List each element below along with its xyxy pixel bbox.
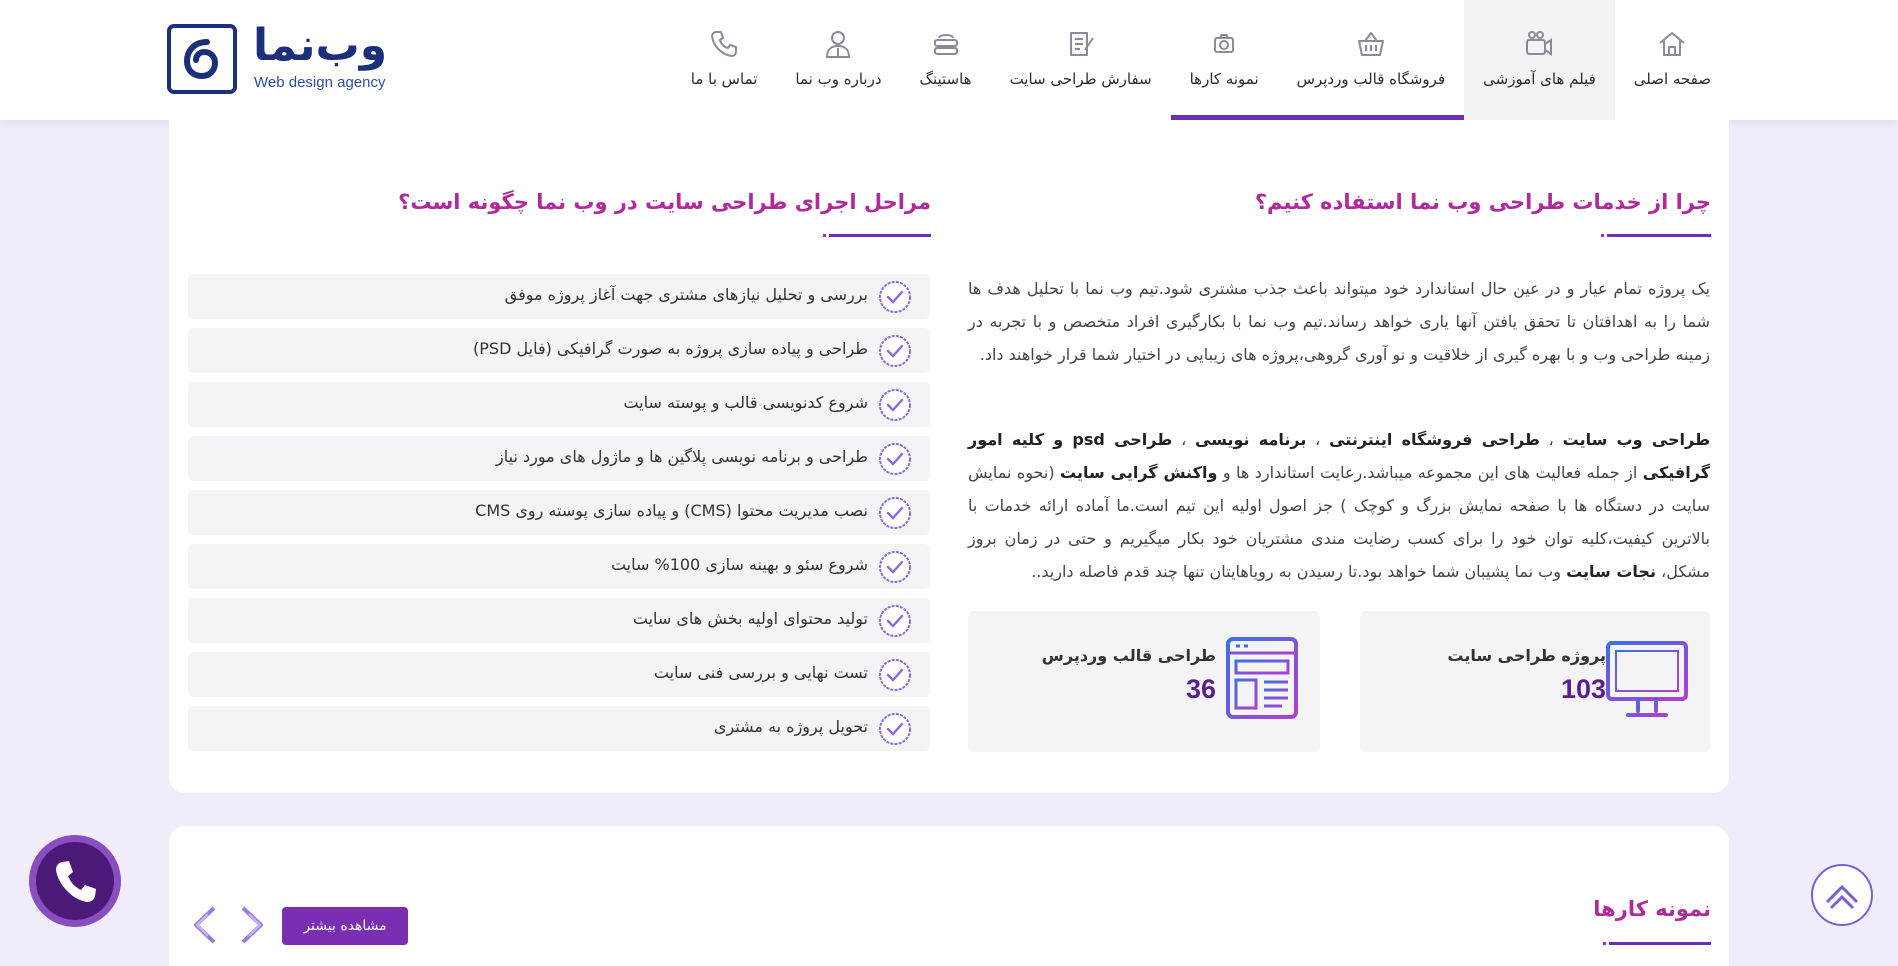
service-eshop: طراحی فروشگاه اینترنتی	[1329, 430, 1540, 449]
why-title-dot	[1601, 234, 1604, 237]
call-float-inner	[36, 842, 114, 920]
why-paragraph-2: طراحی وب سایت ، طراحی فروشگاه اینترنتی ،…	[968, 423, 1710, 588]
check-badge-icon	[879, 605, 911, 637]
nav-item-about[interactable]: درباره وب نما	[776, 0, 900, 120]
stat-wp-templates: طراحی قالب وردپرس 36	[968, 611, 1320, 752]
nav-label: درباره وب نما	[795, 70, 882, 88]
nav-item-theme-shop[interactable]: فروشگاه قالب وردپرس	[1277, 0, 1465, 120]
prev-arrow-icon[interactable]	[188, 904, 222, 946]
nav-item-home[interactable]: صفحه اصلی	[1615, 0, 1730, 120]
check-badge-icon	[879, 443, 911, 475]
home-icon	[1659, 32, 1686, 56]
monitor-icon	[1606, 641, 1688, 717]
check-badge-icon	[879, 551, 911, 583]
basket-icon	[1357, 32, 1384, 56]
nav-item-tutorials[interactable]: فیلم های آموزشی	[1464, 0, 1615, 120]
order-icon	[1069, 32, 1094, 56]
see-more-button[interactable]: مشاهده بیشتر	[282, 907, 408, 945]
para-text: وب نما پشیبان شما خواهد بود.تا رسیدن به …	[1031, 562, 1567, 581]
check-badge-icon	[879, 335, 911, 367]
check-badge-icon	[879, 389, 911, 421]
chevron-up-icon	[1825, 885, 1859, 910]
nav-item-hosting[interactable]: هاستینگ	[901, 0, 991, 120]
scroll-top-button[interactable]	[1811, 864, 1873, 926]
step-text: شروع کدنویسی قالب و پوسته سایت	[623, 393, 868, 412]
why-title: چرا از خدمات طراحی وب نما استفاده کنیم؟	[1254, 190, 1711, 214]
stat-label: پروژه طراحی سایت	[1447, 646, 1606, 665]
step-item: طراحی و پیاده سازی پروژه به صورت گرافیکی…	[188, 328, 930, 373]
nav-item-portfolio[interactable]: نمونه کارها	[1170, 0, 1278, 120]
nav-label: تماس با ما	[690, 70, 758, 88]
nav-item-contact[interactable]: تماس با ما	[672, 0, 777, 120]
service-programming: برنامه نویسی	[1195, 430, 1307, 449]
steps-title-dot	[823, 234, 826, 237]
nav-label: سفارش طراحی سایت	[1009, 70, 1152, 88]
service-responsive: واکنش گرایی سایت	[1060, 463, 1218, 482]
stat-site-projects: پروژه طراحی سایت 103	[1360, 611, 1710, 752]
step-text: تحویل پروژه به مشتری	[713, 717, 868, 736]
step-text: طراحی و پیاده سازی پروژه به صورت گرافیکی…	[473, 339, 868, 358]
nav-label: هاستینگ	[919, 70, 972, 88]
logo-wordmark: وب‌نما	[253, 20, 389, 71]
portfolio-title-underline	[1609, 942, 1711, 945]
nav-label: فروشگاه قالب وردپرس	[1296, 70, 1446, 88]
stat-value: 103	[1560, 674, 1606, 704]
para-text: ،	[1539, 430, 1563, 449]
main-nav: صفحه اصلی فیلم های آموزشی فروشگاه قالب و…	[672, 0, 1730, 120]
step-item: بررسی و تحلیل نیازهای مشتری جهت آغاز پرو…	[188, 274, 930, 319]
step-text: بررسی و تحلیل نیازهای مشتری جهت آغاز پرو…	[504, 285, 868, 304]
phone-handset-icon	[56, 861, 96, 902]
step-text: نصب مدیریت محتوا (CMS) و پیاده سازی پوست…	[475, 501, 868, 520]
portfolio-title: نمونه کارها	[1593, 897, 1711, 921]
para-text: از جمله فعالیت های این مجموعه میباشد.رعا…	[1217, 463, 1643, 482]
logo-tagline: Web design agency	[254, 74, 386, 91]
why-paragraph-1: یک پروژه تمام عیار و در عین حال استاندار…	[968, 279, 1710, 364]
server-icon	[933, 34, 958, 55]
service-web-design: طراحی وب سایت	[1562, 430, 1711, 449]
template-icon	[1226, 637, 1298, 719]
step-text: طراحی و برنامه نویسی پلاگین ها و ماژول ه…	[496, 447, 868, 466]
service-rescue: نجات سایت	[1566, 562, 1656, 581]
user-icon	[826, 31, 851, 58]
logo-mark	[167, 24, 237, 94]
para-text: ،	[1172, 430, 1196, 449]
site-logo[interactable]: وب‌نما Web design agency	[167, 20, 397, 96]
step-item: طراحی و برنامه نویسی پلاگین ها و ماژول ه…	[188, 436, 930, 481]
steps-title-underline	[829, 234, 931, 237]
next-arrow-icon[interactable]	[235, 904, 269, 946]
para-text: ،	[1306, 430, 1330, 449]
stat-label: طراحی قالب وردپرس	[1041, 646, 1216, 665]
step-text: شروع سئو و بهینه سازی 100% سایت	[610, 555, 868, 574]
step-item: شروع سئو و بهینه سازی 100% سایت	[188, 544, 930, 589]
step-item: تولید محتوای اولیه بخش های سایت	[188, 598, 930, 643]
step-text: تست نهایی و بررسی فنی سایت	[653, 663, 868, 682]
phone-icon	[711, 31, 738, 57]
video-icon	[1526, 31, 1553, 56]
stat-value: 36	[1185, 674, 1216, 704]
nav-label: فیلم های آموزشی	[1483, 70, 1596, 88]
nav-label: نمونه کارها	[1189, 70, 1259, 88]
call-float-button[interactable]	[29, 835, 121, 927]
check-badge-icon	[879, 281, 911, 313]
nav-item-order[interactable]: سفارش طراحی سایت	[991, 0, 1171, 120]
step-item: تست نهایی و بررسی فنی سایت	[188, 652, 930, 697]
check-badge-icon	[879, 497, 911, 529]
nav-label: صفحه اصلی	[1633, 70, 1711, 88]
portfolio-title-dot	[1603, 942, 1606, 945]
check-badge-icon	[879, 659, 911, 691]
steps-list: بررسی و تحلیل نیازهای مشتری جهت آغاز پرو…	[188, 274, 930, 760]
site-header: وب‌نما Web design agency صفحه اصلی فیلم …	[0, 0, 1898, 120]
step-item: تحویل پروژه به مشتری	[188, 706, 930, 751]
step-text: تولید محتوای اولیه بخش های سایت	[632, 609, 868, 628]
camera-icon	[1214, 34, 1235, 53]
step-item: نصب مدیریت محتوا (CMS) و پیاده سازی پوست…	[188, 490, 930, 535]
check-badge-icon	[879, 713, 911, 745]
portfolio-card	[169, 826, 1729, 966]
why-title-underline	[1607, 234, 1711, 237]
steps-title: مراحل اجرای طراحی سایت در وب نما چگونه ا…	[398, 190, 931, 214]
step-item: شروع کدنویسی قالب و پوسته سایت	[188, 382, 930, 427]
